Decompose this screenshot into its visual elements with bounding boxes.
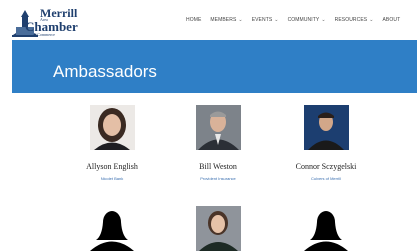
person-silhouette-icon <box>90 206 135 251</box>
nav-members-label: MEMBERS <box>210 17 237 23</box>
chamber-logo[interactable]: Merrill Area Chamber of Commerce <box>10 5 78 39</box>
page-title: Ambassadors <box>53 62 157 81</box>
nav-resources-label: RESOURCES <box>334 17 368 23</box>
logo-text-commerce: of Commerce <box>33 32 55 37</box>
ambassador-photo-connor[interactable] <box>304 105 349 150</box>
ambassador-name: Allyson English <box>86 162 138 171</box>
portrait-image <box>90 105 135 150</box>
nav-events-label: EVENTS <box>251 17 273 23</box>
ambassador-company-link[interactable]: Provident Insurance <box>163 176 273 181</box>
ambassador-photo-allyson[interactable] <box>90 105 135 150</box>
chevron-down-icon: ⌄ <box>274 17 279 23</box>
ambassador-name: Bill Weston <box>199 162 237 171</box>
nav-home-label: HOME <box>186 17 202 23</box>
nav-resources[interactable]: RESOURCES ⌄ <box>335 17 374 23</box>
ambassador-name: Connor Sczygelski <box>295 162 357 171</box>
main-nav: HOME MEMBERS ⌄ EVENTS ⌄ COMMUNITY ⌄ RESOURC… <box>186 17 409 23</box>
portrait-image <box>304 105 349 150</box>
chevron-down-icon: ⌄ <box>369 17 374 23</box>
page-hero-banner: Ambassadors <box>12 40 417 93</box>
chevron-down-icon: ⌄ <box>321 17 326 23</box>
nav-about[interactable]: ABOUT <box>383 17 401 23</box>
nav-members[interactable]: MEMBERS ⌄ <box>210 17 242 23</box>
nav-events[interactable]: EVENTS ⌄ <box>252 17 279 23</box>
ambassador-photo-bill[interactable] <box>196 105 241 150</box>
portrait-image <box>196 105 241 150</box>
ambassador-photo-placeholder[interactable] <box>304 206 349 251</box>
nav-home[interactable]: HOME <box>186 17 201 23</box>
person-silhouette-icon <box>304 206 349 251</box>
nav-about-label: ABOUT <box>382 17 401 23</box>
portrait-image <box>196 206 241 251</box>
nav-community[interactable]: COMMUNITY ⌄ <box>288 17 326 23</box>
ambassador-photo-placeholder[interactable] <box>90 206 135 251</box>
site-header: Merrill Area Chamber of Commerce HOME ME… <box>0 0 417 40</box>
nav-community-label: COMMUNITY <box>287 17 320 23</box>
ambassador-photo[interactable] <box>196 206 241 251</box>
chevron-down-icon: ⌄ <box>238 17 243 23</box>
ambassador-company-link[interactable]: Culvers of Merrill <box>271 176 381 181</box>
ambassador-company-link[interactable]: Nicolet Bank <box>57 176 167 181</box>
